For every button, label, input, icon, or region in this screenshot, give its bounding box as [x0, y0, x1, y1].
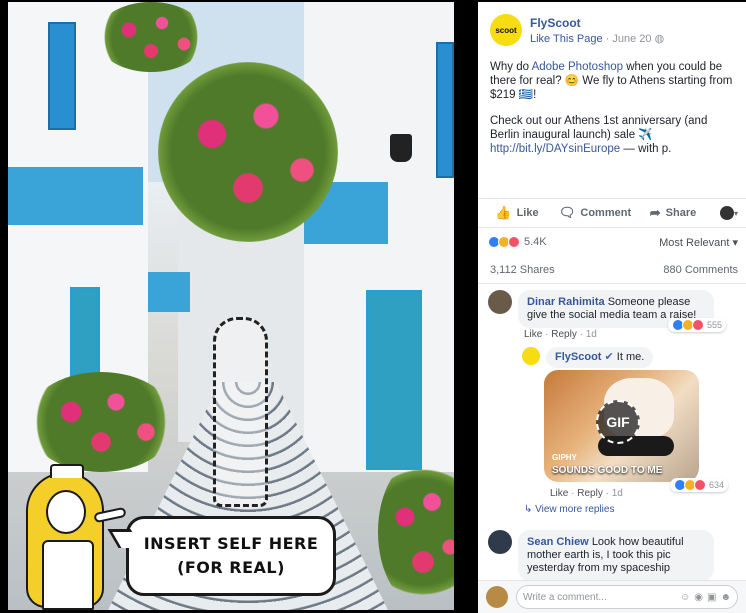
blue-shutter — [48, 22, 76, 130]
comment-like-link[interactable]: Like — [524, 329, 542, 340]
adobe-photoshop-link[interactable]: Adobe Photoshop — [532, 61, 623, 73]
post-date[interactable]: June 20 — [612, 33, 651, 45]
post-paragraph-1: Why do Adobe Photoshop when you could be… — [490, 60, 738, 102]
love-reaction-icon — [694, 479, 706, 491]
commenter-name[interactable]: Sean Chiew — [527, 536, 589, 548]
reply-reply-link[interactable]: Reply — [577, 488, 603, 499]
sticker-icon[interactable]: ☻ — [720, 592, 731, 603]
post-text-2b: — with p. — [620, 143, 672, 155]
post-text-1a: Why do — [490, 61, 532, 73]
comment-meta: Like · Reply · 1d — [524, 329, 597, 340]
comment: Sean Chiew Look how beautiful mother ear… — [488, 530, 738, 581]
reaction-count: 5.4K — [524, 236, 547, 248]
post-photo[interactable]: INSERT SELF HERE (FOR REAL) — [8, 2, 454, 610]
gif-play-badge[interactable]: GIF — [596, 400, 640, 444]
chevron-down-icon: ▾ — [733, 208, 738, 218]
emoji-icon[interactable]: ☺ — [680, 592, 690, 603]
bougainvillea — [158, 62, 338, 242]
page-avatar[interactable]: scoot — [490, 14, 522, 46]
commenter-name[interactable]: Dinar Rahimita — [527, 296, 605, 308]
reply-text: It me. — [616, 351, 645, 363]
gif-caption: SOUNDS GOOD TO ME — [552, 465, 663, 476]
page-reply-avatar[interactable] — [522, 347, 540, 365]
user-avatar — [486, 586, 508, 608]
wall-lamp-icon — [390, 134, 412, 162]
bubble-line-2: (FOR REAL) — [177, 558, 285, 577]
like-this-page-link[interactable]: Like This Page — [530, 33, 603, 45]
comment-time[interactable]: 1d — [586, 329, 597, 340]
share-button[interactable]: ➦ Share — [634, 205, 712, 221]
gif-attachment[interactable]: GIF GIPHY SOUNDS GOOD TO ME — [544, 370, 699, 482]
post-text: Why do Adobe Photoshop when you could be… — [490, 60, 738, 168]
girl-face — [46, 490, 86, 534]
view-more-replies-link[interactable]: ↳ View more replies — [524, 504, 614, 515]
comment-reaction-badge[interactable]: 555 — [668, 318, 727, 332]
reply-bubble: FlyScoot ✔ It me. — [546, 347, 654, 368]
verified-badge-icon: ✔ — [604, 351, 614, 363]
comment-bubble: Sean Chiew Look how beautiful mother ear… — [518, 530, 714, 581]
commenter-avatar[interactable] — [488, 530, 512, 554]
share-label: Share — [665, 207, 697, 219]
blue-shutter — [436, 42, 454, 178]
reactions-summary[interactable]: 5.4K — [488, 236, 547, 248]
like-label: Like — [516, 207, 539, 219]
page-logo-text: scoot — [495, 25, 517, 35]
blue-balcony — [148, 272, 190, 312]
most-relevant-dropdown[interactable]: Most Relevant ▾ — [659, 236, 738, 249]
comment-reaction-count: 555 — [707, 320, 723, 330]
love-reaction-icon — [508, 236, 520, 248]
screenshot-root: INSERT SELF HERE (FOR REAL) scoot FlySco… — [0, 0, 746, 613]
giphy-logo: GIPHY — [552, 453, 577, 462]
shares-count[interactable]: 3,112 Shares — [490, 264, 555, 276]
gif-icon[interactable]: ▣ — [707, 592, 716, 603]
reply-reaction-count: 634 — [709, 480, 725, 490]
comment-reply-link[interactable]: Reply — [551, 329, 577, 340]
post-as-selector[interactable]: ▾ — [712, 206, 746, 220]
post-subline: Like This Page · June 20 ◍ — [530, 32, 664, 45]
commenter-avatar[interactable] — [488, 290, 512, 314]
blue-door — [366, 290, 422, 470]
reply-author-name[interactable]: FlyScoot — [555, 351, 601, 363]
user-avatar — [719, 206, 734, 220]
thumbs-up-icon: 👍 — [495, 205, 512, 220]
camera-icon[interactable]: ◉ — [694, 592, 703, 603]
bubble-line-1: INSERT SELF HERE — [143, 534, 319, 553]
flower-bush — [26, 372, 176, 472]
green-bush — [378, 457, 454, 607]
post-text-2a: Check out our Athens 1st anniversary (an… — [490, 115, 708, 141]
post-actions-bar: 👍 Like 🗨 Comment ➦ Share ▾ — [478, 198, 746, 228]
reply-like-link[interactable]: Like — [550, 488, 568, 499]
girl-dress — [42, 540, 94, 610]
reply-reaction-badge[interactable]: 634 — [670, 478, 729, 492]
divider — [478, 283, 746, 284]
post-header: scoot FlyScoot Like This Page · June 20 … — [490, 14, 664, 46]
like-button[interactable]: 👍 Like — [478, 205, 556, 221]
bougainvillea — [96, 2, 206, 72]
globe-icon: ◍ — [654, 32, 665, 45]
reply-time[interactable]: 1d — [612, 488, 623, 499]
sale-url-link[interactable]: http://bit.ly/DAYsinEurope — [490, 143, 620, 155]
comment-input-icons: ☺ ◉ ▣ ☻ — [680, 592, 731, 603]
comment-placeholder: Write a comment... — [523, 591, 607, 603]
post-paragraph-2: Check out our Athens 1st anniversary (an… — [490, 114, 738, 156]
blue-balcony — [8, 167, 143, 225]
comments-count[interactable]: 880 Comments — [663, 264, 738, 276]
speech-bubble-icon: 🗨 — [558, 205, 576, 220]
comment-button[interactable]: 🗨 Comment — [556, 205, 634, 221]
speech-bubble: INSERT SELF HERE (FOR REAL) — [126, 516, 336, 596]
comment-input[interactable]: Write a comment... ☺ ◉ ▣ ☻ — [516, 585, 738, 609]
love-reaction-icon — [692, 319, 704, 331]
comment-label: Comment — [580, 207, 632, 219]
post-stats: 3,112 Shares 880 Comments — [490, 264, 738, 276]
page-name-link[interactable]: FlyScoot — [530, 16, 664, 30]
dashed-person-outline — [213, 317, 268, 507]
write-comment-bar: Write a comment... ☺ ◉ ▣ ☻ — [478, 580, 746, 613]
share-arrow-icon: ➦ — [649, 205, 661, 220]
crown-icon — [50, 464, 84, 478]
reply-meta: Like · Reply · 1d — [550, 488, 623, 499]
reply: FlyScoot ✔ It me. — [522, 347, 654, 368]
